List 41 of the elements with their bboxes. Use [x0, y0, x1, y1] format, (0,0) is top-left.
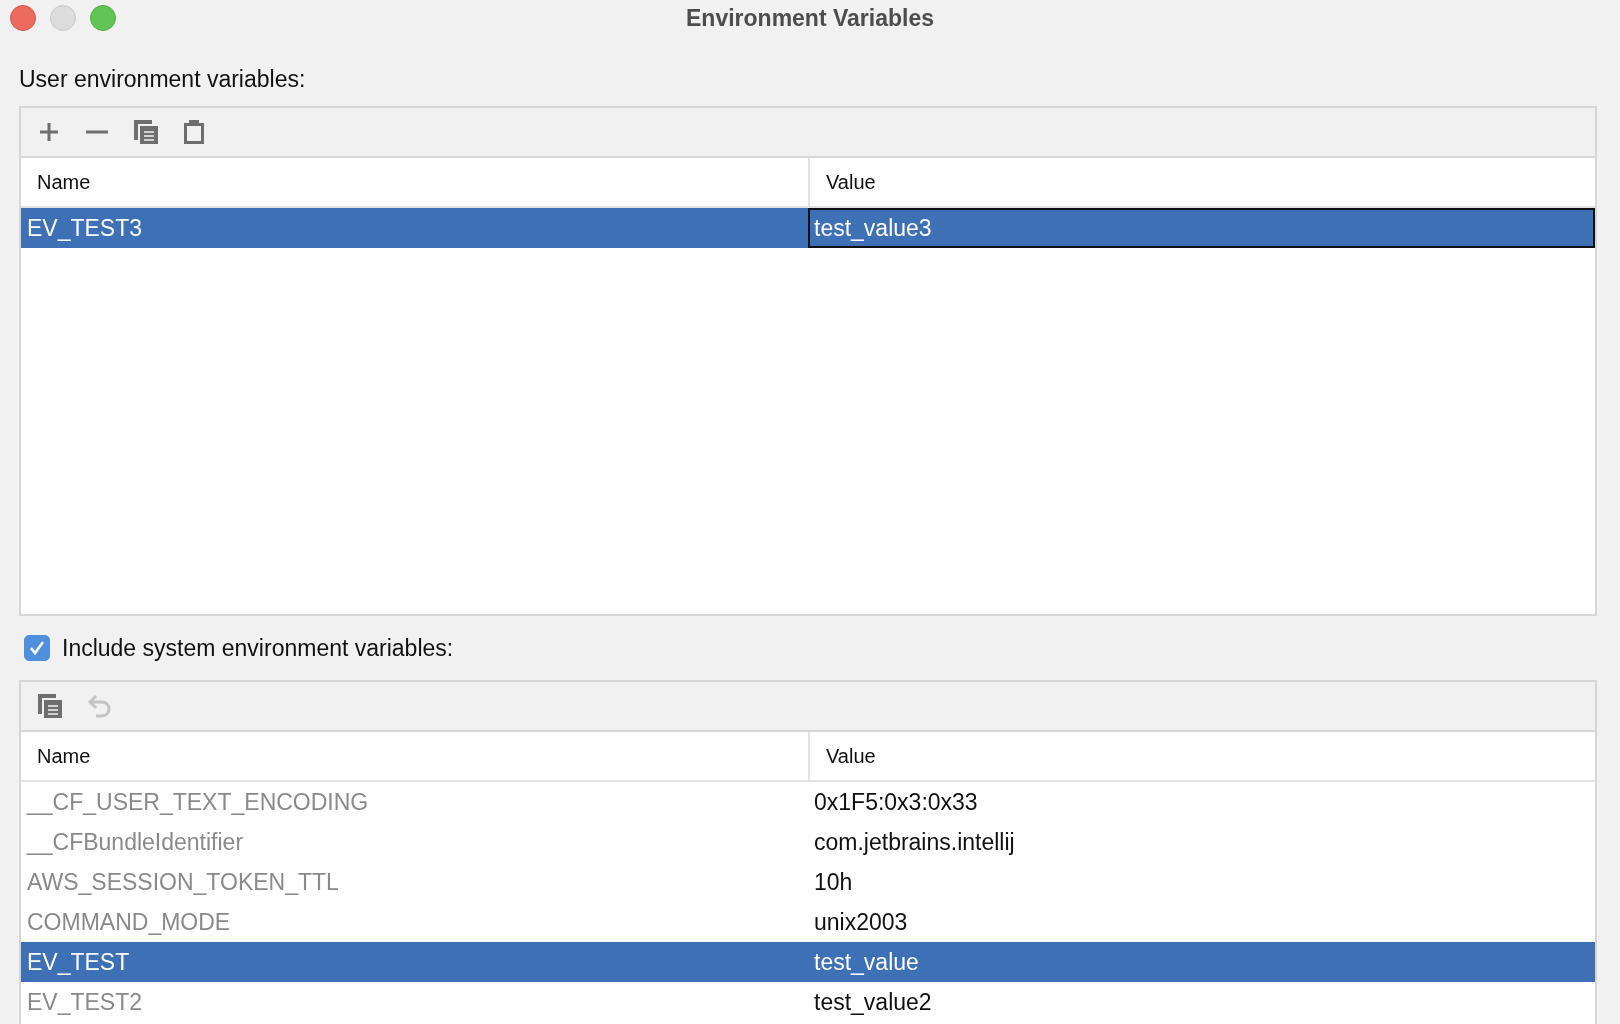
table-cell: test_value3 [808, 208, 1595, 248]
table-cell-text: unix2003 [813, 907, 909, 937]
table-cell-text: 10h [813, 867, 854, 897]
checkmark-icon [28, 639, 46, 657]
table-row[interactable]: __CF_USER_TEXT_ENCODING 0x1F5:0x3:0x33 [21, 782, 1595, 822]
plus-icon [37, 120, 61, 144]
checkbox[interactable] [24, 635, 50, 661]
table-row[interactable]: __CFBundleIdentifier com.jetbrains.intellij [21, 822, 1595, 862]
table-cell-text: __CF_USER_TEXT_ENCODING [25, 787, 370, 817]
table-row[interactable]: EV_TEST test_value [21, 942, 1595, 982]
table-cell-text: 0x1F5:0x3:0x33 [813, 787, 979, 817]
checkbox-label[interactable]: Include system environment variables: [62, 634, 454, 662]
table-cell-text: EV_TEST2 [26, 987, 144, 1017]
close-button[interactable] [10, 5, 36, 31]
column-header[interactable]: Value [808, 732, 1595, 780]
paste-button[interactable] [181, 117, 207, 147]
table-row[interactable]: EV_TEST2 test_value2 [21, 982, 1595, 1022]
clipboard-icon [183, 119, 205, 145]
table-cell-text: EV_TEST3 [26, 213, 144, 243]
window-title: Environment Variables [686, 4, 934, 32]
column-header[interactable]: Name [21, 158, 808, 206]
copy-button[interactable] [131, 117, 161, 147]
copy-button[interactable] [35, 691, 65, 721]
table-row[interactable]: COMMAND_MODE unix2003 [21, 902, 1595, 942]
table-cell-text: EV_TEST [26, 947, 131, 977]
column-header[interactable]: Value [808, 158, 1595, 206]
table-cell-text: com.jetbrains.intellij [813, 827, 1016, 857]
minus-icon [86, 130, 108, 134]
table-cell-text: COMMAND_MODE [26, 907, 232, 937]
zoom-button[interactable] [90, 5, 116, 31]
table-cell-text: __CFBundleIdentifier [25, 827, 245, 857]
table-row[interactable]: EV_TEST3 test_value3 [21, 208, 1595, 248]
table-cell-text: AWS_SESSION_TOKEN_TTL [26, 867, 340, 897]
column-header[interactable]: Name [21, 732, 808, 780]
undo-icon [87, 693, 113, 719]
table-cell-text: test_value2 [813, 987, 933, 1017]
section-label: User environment variables: [18, 65, 307, 94]
table-cell-text: test_value [813, 947, 920, 977]
copy-icon [133, 119, 159, 145]
copy-icon [37, 693, 63, 719]
table-row[interactable]: AWS_SESSION_TOKEN_TTL 10h [21, 862, 1595, 902]
